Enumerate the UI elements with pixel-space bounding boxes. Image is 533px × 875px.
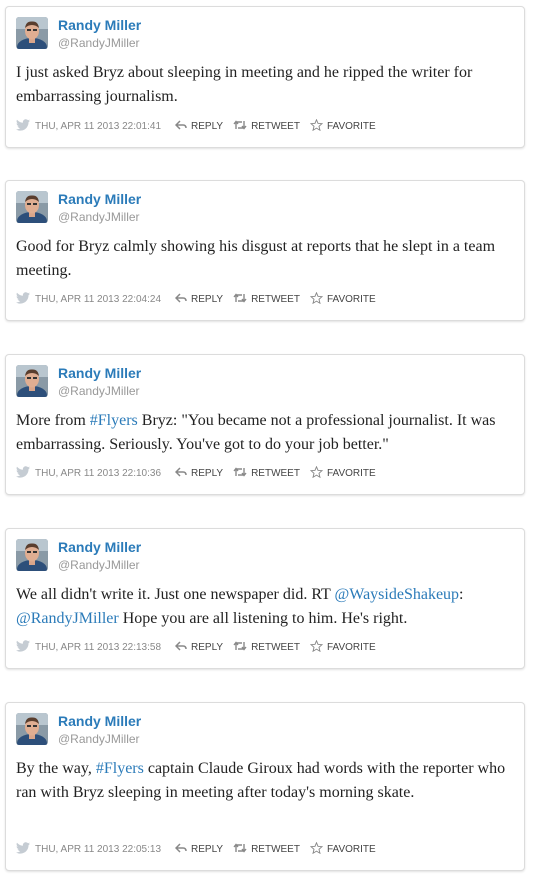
twitter-bird-icon (16, 291, 35, 307)
tweet-card: Randy Miller @RandyJMiller By the way, #… (5, 702, 525, 871)
author-handle[interactable]: @RandyJMiller (58, 558, 140, 572)
author-handle[interactable]: @RandyJMiller (58, 210, 140, 224)
tweet-body: By the way, #Flyers captain Claude Girou… (16, 757, 514, 805)
author-handle[interactable]: @RandyJMiller (58, 36, 140, 50)
reply-button[interactable]: REPLY (174, 842, 224, 856)
favorite-star-icon (309, 291, 327, 307)
tweet-text-segment: By the way, (16, 760, 96, 777)
tweet-card: Randy Miller @RandyJMiller More from #Fl… (5, 354, 525, 495)
tweet-footer: THU, APR 11 2013 22:04:24 REPLY RETWEET … (16, 291, 386, 307)
favorite-button[interactable]: FAVORITE (309, 118, 376, 134)
tweet-timestamp[interactable]: THU, APR 11 2013 22:13:58 (35, 642, 161, 653)
reply-icon (174, 466, 191, 480)
retweet-button[interactable]: RETWEET (233, 292, 300, 306)
favorite-button[interactable]: FAVORITE (309, 465, 376, 481)
tweet-body: I just asked Bryz about sleeping in meet… (16, 61, 514, 109)
tweet-text-segment: We all didn't write it. Just one newspap… (16, 586, 335, 603)
tweet-link[interactable]: #Flyers (96, 760, 144, 777)
retweet-button[interactable]: RETWEET (233, 466, 300, 480)
favorite-label: FAVORITE (326, 843, 376, 855)
twitter-bird-icon (16, 465, 35, 481)
twitter-bird-icon (16, 639, 35, 655)
avatar[interactable] (16, 191, 48, 223)
favorite-star-icon (309, 639, 327, 655)
favorite-label: FAVORITE (326, 641, 376, 653)
favorite-star-icon (309, 841, 327, 857)
reply-label: REPLY (191, 120, 224, 132)
avatar[interactable] (16, 713, 48, 745)
retweet-label: RETWEET (251, 467, 300, 479)
tweet-text-segment: : (459, 586, 464, 603)
reply-button[interactable]: REPLY (174, 292, 224, 306)
reply-label: REPLY (191, 641, 224, 653)
retweet-label: RETWEET (251, 120, 300, 132)
reply-icon (174, 842, 191, 856)
author-name[interactable]: Randy Miller (58, 191, 141, 207)
reply-icon (174, 119, 191, 133)
twitter-bird-icon (16, 118, 35, 134)
tweet-text-segment: Hope you are all listening to him. He's … (118, 610, 408, 627)
favorite-label: FAVORITE (326, 293, 376, 305)
tweet-body: We all didn't write it. Just one newspap… (16, 583, 514, 631)
retweet-icon (233, 640, 251, 654)
retweet-button[interactable]: RETWEET (233, 640, 300, 654)
tweet-timestamp[interactable]: THU, APR 11 2013 22:01:41 (35, 121, 161, 132)
tweet-timestamp[interactable]: THU, APR 11 2013 22:05:13 (35, 844, 161, 855)
reply-label: REPLY (191, 467, 224, 479)
favorite-label: FAVORITE (326, 120, 376, 132)
avatar[interactable] (16, 539, 48, 571)
retweet-label: RETWEET (251, 293, 300, 305)
reply-label: REPLY (191, 293, 224, 305)
favorite-star-icon (309, 465, 327, 481)
tweet-timestamp[interactable]: THU, APR 11 2013 22:04:24 (35, 294, 161, 305)
reply-icon (174, 640, 191, 654)
tweet-footer: THU, APR 11 2013 22:01:41 REPLY RETWEET … (16, 118, 386, 134)
tweet-card: Randy Miller @RandyJMiller We all didn't… (5, 528, 525, 669)
tweet-timestamp[interactable]: THU, APR 11 2013 22:10:36 (35, 468, 161, 479)
tweet-footer: THU, APR 11 2013 22:13:58 REPLY RETWEET … (16, 639, 386, 655)
retweet-icon (233, 119, 251, 133)
avatar[interactable] (16, 365, 48, 397)
tweet-link[interactable]: #Flyers (90, 412, 138, 429)
tweet-text-segment: I just asked Bryz about sleeping in meet… (16, 64, 473, 105)
reply-button[interactable]: REPLY (174, 466, 224, 480)
reply-icon (174, 292, 191, 306)
retweet-button[interactable]: RETWEET (233, 842, 300, 856)
author-handle[interactable]: @RandyJMiller (58, 384, 140, 398)
tweet-link[interactable]: @WaysideShakeup (335, 586, 460, 603)
reply-button[interactable]: REPLY (174, 640, 224, 654)
favorite-label: FAVORITE (326, 467, 376, 479)
tweet-text-segment: Good for Bryz calmly showing his disgust… (16, 238, 496, 279)
author-name[interactable]: Randy Miller (58, 365, 141, 381)
tweet-body: More from #Flyers Bryz: "You became not … (16, 409, 514, 457)
author-name[interactable]: Randy Miller (58, 17, 141, 33)
favorite-button[interactable]: FAVORITE (309, 639, 376, 655)
author-name[interactable]: Randy Miller (58, 539, 141, 555)
retweet-icon (233, 842, 251, 856)
retweet-button[interactable]: RETWEET (233, 119, 300, 133)
retweet-icon (233, 466, 251, 480)
tweet-footer: THU, APR 11 2013 22:10:36 REPLY RETWEET … (16, 465, 386, 481)
tweet-link[interactable]: @RandyJMiller (16, 610, 119, 627)
reply-label: REPLY (191, 843, 224, 855)
favorite-star-icon (309, 118, 327, 134)
favorite-button[interactable]: FAVORITE (309, 291, 376, 307)
tweet-text-segment: More from (16, 412, 90, 429)
twitter-bird-icon (16, 841, 35, 857)
retweet-label: RETWEET (251, 641, 300, 653)
avatar[interactable] (16, 17, 48, 49)
tweet-card: Randy Miller @RandyJMiller Good for Bryz… (5, 180, 525, 321)
tweet-footer: THU, APR 11 2013 22:05:13 REPLY RETWEET … (16, 841, 386, 857)
tweet-card: Randy Miller @RandyJMiller I just asked … (5, 6, 525, 148)
retweet-icon (233, 292, 251, 306)
retweet-label: RETWEET (251, 843, 300, 855)
tweet-body: Good for Bryz calmly showing his disgust… (16, 235, 514, 283)
author-name[interactable]: Randy Miller (58, 713, 141, 729)
reply-button[interactable]: REPLY (174, 119, 224, 133)
favorite-button[interactable]: FAVORITE (309, 841, 376, 857)
author-handle[interactable]: @RandyJMiller (58, 732, 140, 746)
